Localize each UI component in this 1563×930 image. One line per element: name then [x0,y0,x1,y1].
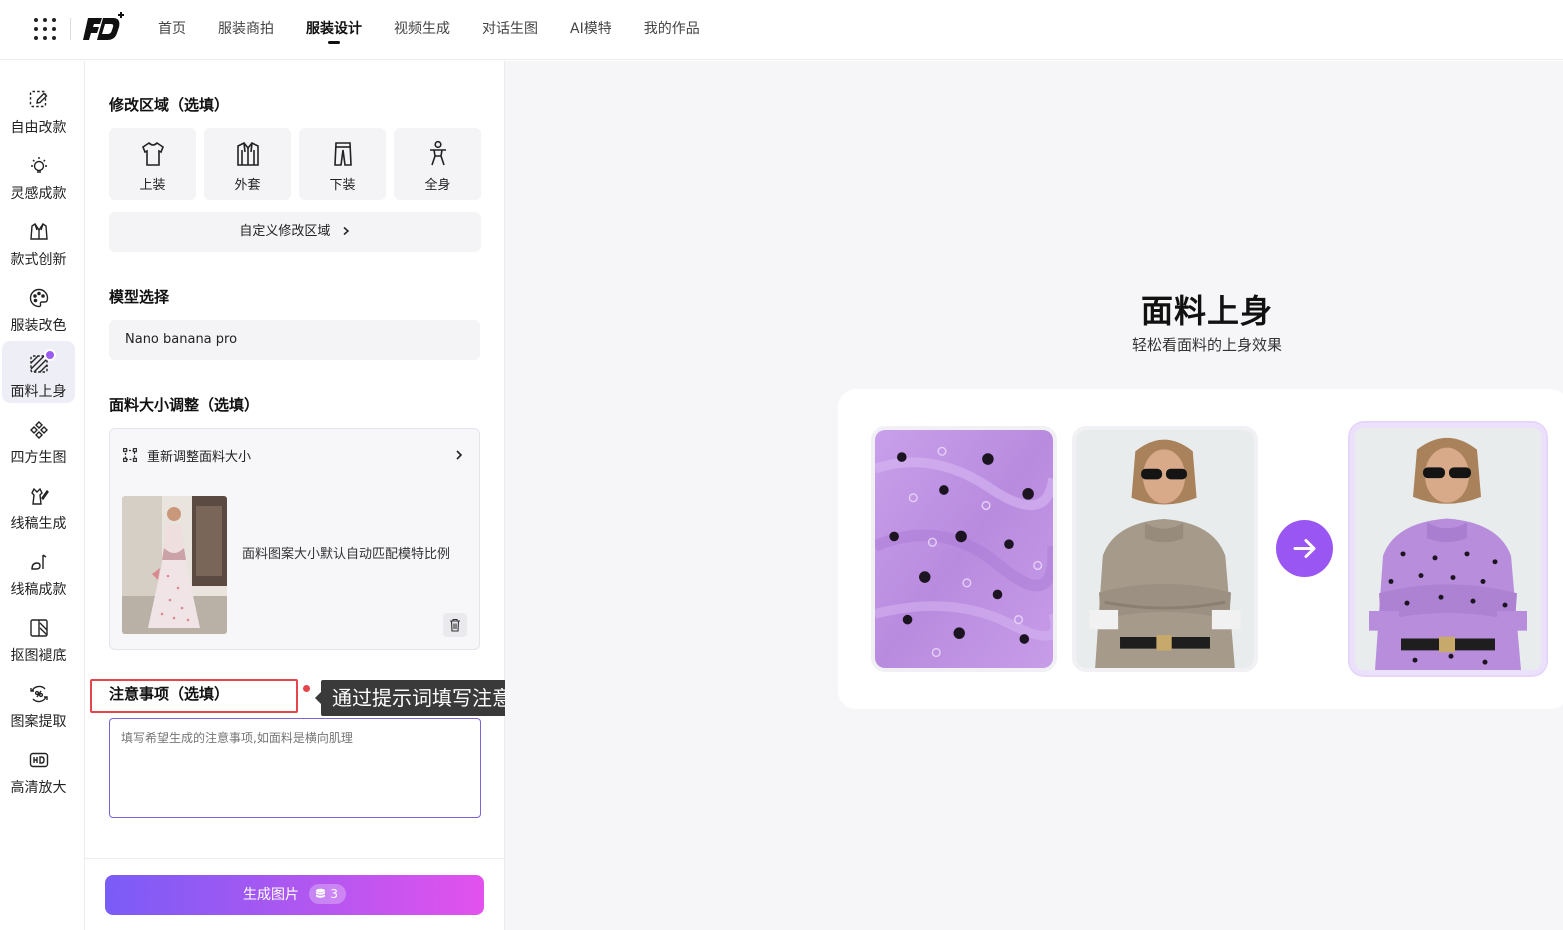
arrow-right-icon [1293,539,1316,558]
model-original-image [1072,426,1258,672]
chevron-right-icon [343,226,349,236]
shirt-icon [142,141,164,166]
coin-stack-icon [316,888,326,898]
model-section-title: 模型选择 [109,288,170,306]
rail-item-pattern-extract[interactable]: 图案提取 [2,671,75,733]
rail-item-cutout[interactable]: 抠图褪底 [2,605,75,667]
rail-label: 面料上身 [10,384,67,400]
region-full-body[interactable]: 全身 [394,128,481,200]
jacket-icon [30,223,48,240]
fabric-size-section-title: 面料大小调整（选填） [109,396,260,414]
preview-area: 面料上身 轻松看面料的上身效果 [505,61,1563,930]
coat-icon [237,141,259,166]
region-label: 下装 [329,178,356,193]
active-indicator-dot [44,349,56,361]
rail-item-sketch-to-garment[interactable]: 线稿成款 [2,539,75,601]
fabric-size-card: 重新调整面料大小 面料图案大小默认自动匹配模特比例 [109,428,480,650]
notes-textarea[interactable] [109,718,481,818]
region-section-title: 修改区域（选填） [109,96,230,114]
nav-home[interactable]: 首页 [142,0,202,60]
cutout-icon [30,619,48,637]
sketch-icon [31,487,49,505]
rail-item-style-innovation[interactable]: 款式创新 [2,209,75,271]
rail-item-inspiration[interactable]: 灵感成款 [2,143,75,205]
rail-item-recolor[interactable]: 服装改色 [2,275,75,337]
transform-arrow-button [1276,520,1333,577]
custom-region-button[interactable]: 自定义修改区域 [109,212,481,252]
annotation-highlight-box [90,679,298,713]
delete-fabric-button[interactable] [443,613,467,637]
palette-icon [29,288,49,308]
region-bottom[interactable]: 下装 [299,128,386,200]
rail-item-sketch-generate[interactable]: 线稿生成 [2,473,75,535]
rail-item-hd-upscale[interactable]: 高清放大 [2,737,75,799]
pattern-grid-icon [30,421,48,439]
nav-ai-model[interactable]: AI模特 [554,0,628,60]
rail-label: 线稿成款 [10,582,67,598]
preview-title: 面料上身 [1140,292,1273,330]
top-bar: 首页 服装商拍 服装设计 视频生成 对话生图 AI模特 我的作品 [0,0,1563,60]
rail-label: 图案提取 [10,714,67,730]
nav-my-works[interactable]: 我的作品 [628,0,716,60]
region-label: 外套 [234,178,261,193]
rail-label: 线稿生成 [10,516,67,532]
rail-label: 服装改色 [10,318,67,334]
settings-panel: 修改区域（选填） 上装 外套 下装 全身 自定义修改区域 模型选择 Nano b… [85,61,505,930]
resize-fabric-label: 重新调整面料大小 [147,450,252,465]
edit-dashed-icon [29,90,48,108]
crop-frame-icon [123,448,137,462]
rail-label: 抠图褪底 [10,648,67,664]
apps-grid-icon[interactable] [32,16,58,42]
rail-label: 灵感成款 [10,186,67,202]
rail-item-pattern-tile[interactable]: 四方生图 [2,407,75,469]
fabric-swatch-image [871,426,1057,672]
generate-image-button[interactable]: 生成图片 3 [105,875,484,915]
rail-item-fabric-on-body[interactable]: 面料上身 [2,341,75,403]
rail-label: 四方生图 [10,450,67,466]
fabric-size-hint: 面料图案大小默认自动匹配模特比例 [242,547,451,562]
nav-chat-image[interactable]: 对话生图 [466,0,554,60]
generate-label: 生成图片 [242,887,299,903]
rail-label: 款式创新 [10,252,67,268]
hd-icon [29,752,49,768]
full-body-icon [430,140,446,166]
region-options: 上装 外套 下装 全身 [109,128,481,200]
region-coat[interactable]: 外套 [204,128,291,200]
model-select[interactable]: Nano banana pro [109,320,480,360]
main-nav: 首页 服装商拍 服装设计 视频生成 对话生图 AI模特 我的作品 [142,0,716,60]
nav-fashion-design[interactable]: 服装设计 [290,0,378,60]
custom-region-label: 自定义修改区域 [239,224,331,239]
trash-icon [450,618,460,632]
region-top[interactable]: 上装 [109,128,196,200]
rail-label: 高清放大 [10,780,67,796]
preview-subtitle: 轻松看面料的上身效果 [1131,336,1282,354]
pattern-extract-icon [30,685,48,703]
credit-badge: 3 [309,884,347,904]
generate-footer: 生成图片 3 [85,858,504,930]
model-reference-thumbnail[interactable] [122,496,227,634]
chevron-right-icon [456,450,463,460]
example-showcase [838,389,1563,709]
region-label: 上装 [139,178,166,193]
rail-item-free-edit[interactable]: 自由改款 [2,77,75,139]
nav-product-shoot[interactable]: 服装商拍 [202,0,290,60]
pants-icon [334,142,352,166]
resize-fabric-button[interactable]: 重新调整面料大小 [110,429,479,481]
annotation-dot [303,685,310,692]
credit-count: 3 [330,887,339,901]
region-label: 全身 [424,178,451,193]
line-to-garment-icon [31,554,47,570]
tool-rail: 自由改款 灵感成款 款式创新 服装改色 面料上身 四方生图 线稿生成 线稿成款 … [0,61,85,930]
bulb-icon [31,157,47,173]
logo-divider [70,18,71,40]
brand-logo[interactable] [83,10,127,44]
result-image [1350,423,1546,675]
nav-video-generate[interactable]: 视频生成 [378,0,466,60]
rail-label: 自由改款 [10,120,67,136]
